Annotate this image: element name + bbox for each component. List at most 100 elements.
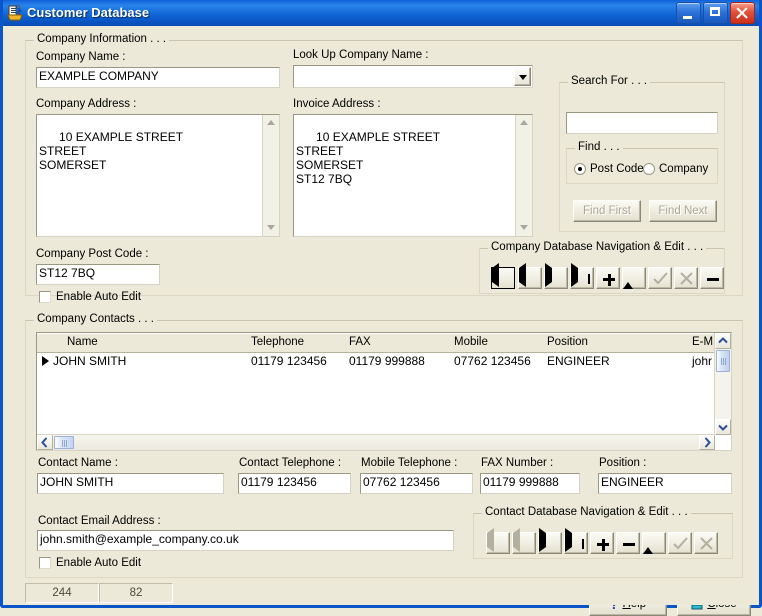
window-controls [676, 1, 757, 24]
lookup-company-name-label: Look Up Company Name : [293, 49, 429, 61]
checkbox-box [39, 557, 51, 569]
cell-email: johr [692, 354, 713, 368]
company-nav-delete-record-button[interactable] [700, 267, 724, 289]
contact-enable-auto-edit-checkbox[interactable]: Enable Auto Edit [39, 557, 141, 569]
contact-email-label: Contact Email Address : [38, 515, 161, 527]
radio-company-label: Company [659, 163, 709, 175]
maximize-button[interactable] [703, 1, 728, 24]
row-indicator-icon [42, 356, 49, 366]
contacts-grid-horizontal-scrollbar[interactable] [37, 434, 715, 450]
database-icon [7, 4, 23, 21]
cell-telephone: 01179 123456 [251, 354, 327, 368]
find-first-button[interactable]: Find First [573, 200, 641, 222]
company-contacts-caption: Company Contacts . . . [34, 313, 157, 325]
company-nav-prior-record-button[interactable] [518, 263, 542, 289]
client-area: Company Information . . . Company Name :… [3, 26, 759, 616]
company-name-label: Company Name : [36, 51, 126, 63]
column-header-fax[interactable]: FAX [349, 336, 371, 348]
status-bar: 244 82 [3, 581, 759, 605]
column-header-position[interactable]: Position [547, 336, 588, 348]
contact-nav-post-edit-button[interactable] [642, 532, 666, 554]
position-label: Position : [599, 457, 647, 469]
vertical-scroll-thumb[interactable] [716, 350, 730, 372]
contact-navigation-caption: Contact Database Navigation & Edit . . . [482, 506, 691, 518]
radio-ring [574, 163, 586, 175]
contact-nav-delete-record-button[interactable] [616, 532, 640, 554]
cell-mobile: 07762 123456 [454, 354, 531, 368]
contact-nav-next-record-button[interactable] [538, 528, 562, 554]
radio-company[interactable]: Company [643, 163, 708, 175]
company-nav-accept-edit-button[interactable] [648, 267, 672, 289]
chevron-down-icon[interactable] [514, 67, 531, 86]
company-nav-post-edit-button[interactable] [622, 267, 646, 289]
invoice-address-scrollbar[interactable] [515, 115, 532, 236]
contact-nav-accept-edit-button[interactable] [668, 532, 692, 554]
checkbox-box [39, 291, 51, 303]
customer-database-window: Customer Database Company Information . … [0, 0, 762, 616]
contact-nav-prior-record-button[interactable] [512, 528, 536, 554]
lookup-company-name-combobox[interactable] [293, 65, 533, 88]
company-nav-last-record-button[interactable] [570, 263, 594, 289]
contact-nav-last-record-button[interactable] [564, 528, 588, 554]
scroll-left-button[interactable] [37, 435, 53, 450]
radio-post-code[interactable]: Post Code [574, 163, 644, 175]
company-nav-first-record-button[interactable] [491, 263, 515, 289]
contact-telephone-input[interactable]: 01179 123456 [238, 473, 351, 494]
cell-name: JOHN SMITH [53, 354, 127, 368]
company-address-scrollbar[interactable] [262, 115, 279, 236]
contact-nav-insert-record-button[interactable] [590, 532, 614, 554]
company-enable-auto-edit-label: Enable Auto Edit [56, 291, 142, 303]
scroll-down-icon[interactable] [518, 222, 530, 234]
minimize-button[interactable] [676, 1, 701, 24]
contact-enable-auto-edit-label: Enable Auto Edit [56, 557, 142, 569]
close-window-button[interactable] [730, 1, 755, 24]
company-name-input[interactable]: EXAMPLE COMPANY [36, 67, 280, 88]
fax-number-input[interactable]: 01179 999888 [480, 473, 580, 494]
contact-name-label: Contact Name : [38, 457, 118, 469]
contact-name-input[interactable]: JOHN SMITH [37, 473, 224, 494]
horizontal-scroll-thumb[interactable] [54, 436, 74, 449]
radio-ring [643, 163, 655, 175]
company-nav-cancel-edit-button[interactable] [674, 267, 698, 289]
contacts-grid[interactable]: Name Telephone FAX Mobile Position E-M J… [36, 332, 732, 451]
mobile-telephone-input[interactable]: 07762 123456 [360, 473, 473, 494]
mobile-telephone-label: Mobile Telephone : [361, 457, 458, 469]
table-row[interactable]: JOHN SMITH 01179 123456 01179 999888 077… [37, 352, 731, 370]
scroll-down-button[interactable] [715, 419, 731, 435]
column-header-mobile[interactable]: Mobile [454, 336, 488, 348]
position-input[interactable]: ENGINEER [598, 473, 732, 494]
scroll-down-icon[interactable] [265, 222, 277, 234]
company-post-code-input[interactable]: ST12 7BQ [36, 264, 160, 285]
scroll-up-icon[interactable] [518, 117, 530, 129]
cell-position: ENGINEER [547, 354, 610, 368]
scroll-right-button[interactable] [699, 435, 715, 450]
scroll-up-icon[interactable] [265, 117, 277, 129]
company-nav-insert-record-button[interactable] [596, 267, 620, 289]
search-input[interactable] [566, 112, 718, 134]
contact-email-input[interactable]: john.smith@example_company.co.uk [37, 530, 454, 551]
find-next-label: Find Next [658, 205, 708, 217]
contact-telephone-label: Contact Telephone : [239, 457, 342, 469]
column-header-telephone[interactable]: Telephone [251, 336, 304, 348]
company-navigation-caption: Company Database Navigation & Edit . . . [488, 241, 707, 253]
status-panel-2: 82 [99, 583, 173, 603]
contact-nav-first-record-button[interactable] [486, 528, 510, 554]
contacts-grid-header: Name Telephone FAX Mobile Position E-M [37, 333, 731, 353]
company-enable-auto-edit-checkbox[interactable]: Enable Auto Edit [39, 291, 141, 303]
company-post-code-label: Company Post Code : [36, 248, 149, 260]
radio-post-code-label: Post Code [590, 163, 644, 175]
scroll-up-button[interactable] [715, 333, 731, 349]
contact-nav-cancel-edit-button[interactable] [694, 532, 718, 554]
column-header-email[interactable]: E-M [692, 336, 713, 348]
company-address-value: 10 EXAMPLE STREET STREET SOMERSET [39, 130, 184, 172]
fax-number-label: FAX Number : [481, 457, 554, 469]
status-panel-1: 244 [25, 583, 99, 603]
contacts-grid-vertical-scrollbar[interactable] [714, 333, 731, 435]
company-address-textarea[interactable]: 10 EXAMPLE STREET STREET SOMERSET [36, 114, 280, 237]
invoice-address-value: 10 EXAMPLE STREET STREET SOMERSET ST12 7… [296, 130, 441, 186]
column-header-name[interactable]: Name [67, 336, 98, 348]
invoice-address-textarea[interactable]: 10 EXAMPLE STREET STREET SOMERSET ST12 7… [293, 114, 533, 237]
find-next-button[interactable]: Find Next [649, 200, 717, 222]
company-nav-next-record-button[interactable] [544, 263, 568, 289]
find-caption: Find . . . [575, 141, 623, 153]
